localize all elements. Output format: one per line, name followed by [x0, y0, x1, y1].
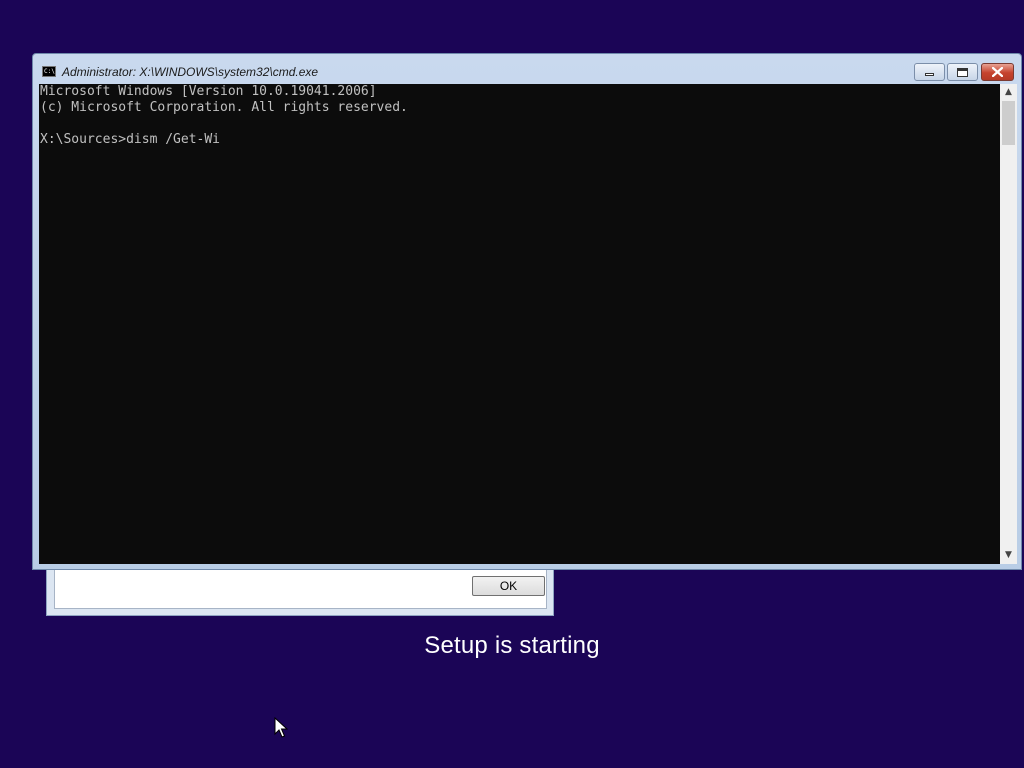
close-icon	[992, 67, 1003, 77]
minimize-button[interactable]	[914, 63, 945, 81]
scroll-thumb[interactable]	[1002, 101, 1015, 145]
title-bar[interactable]: C:\ Administrator: X:\WINDOWS\system32\c…	[33, 54, 1021, 84]
console-line: Microsoft Windows [Version 10.0.19041.20…	[40, 84, 377, 99]
console-line: (c) Microsoft Corporation. All rights re…	[40, 100, 408, 115]
setup-status: Setup is starting	[424, 632, 600, 659]
vertical-scrollbar[interactable]: ▲ ▼	[1000, 84, 1017, 564]
console-input-line[interactable]: X:\Sources>dism /Get-Wi	[39, 132, 1000, 148]
ok-button[interactable]: OK	[472, 576, 545, 596]
console-output[interactable]: Microsoft Windows [Version 10.0.19041.20…	[39, 84, 1000, 564]
close-button[interactable]	[981, 63, 1014, 81]
scroll-up-icon[interactable]: ▲	[1000, 84, 1017, 101]
scroll-down-icon[interactable]: ▼	[1000, 547, 1017, 564]
setup-desktop: OK C:\ Administrator: X:\WINDOWS\system3…	[0, 0, 1024, 768]
cmd-window[interactable]: C:\ Administrator: X:\WINDOWS\system32\c…	[32, 53, 1022, 570]
window-title: Administrator: X:\WINDOWS\system32\cmd.e…	[62, 65, 319, 79]
mouse-pointer-icon	[274, 717, 288, 738]
maximize-button[interactable]	[947, 63, 978, 81]
maximize-icon	[957, 67, 968, 77]
minimize-icon	[925, 73, 934, 76]
cmd-icon[interactable]: C:\	[42, 66, 56, 77]
